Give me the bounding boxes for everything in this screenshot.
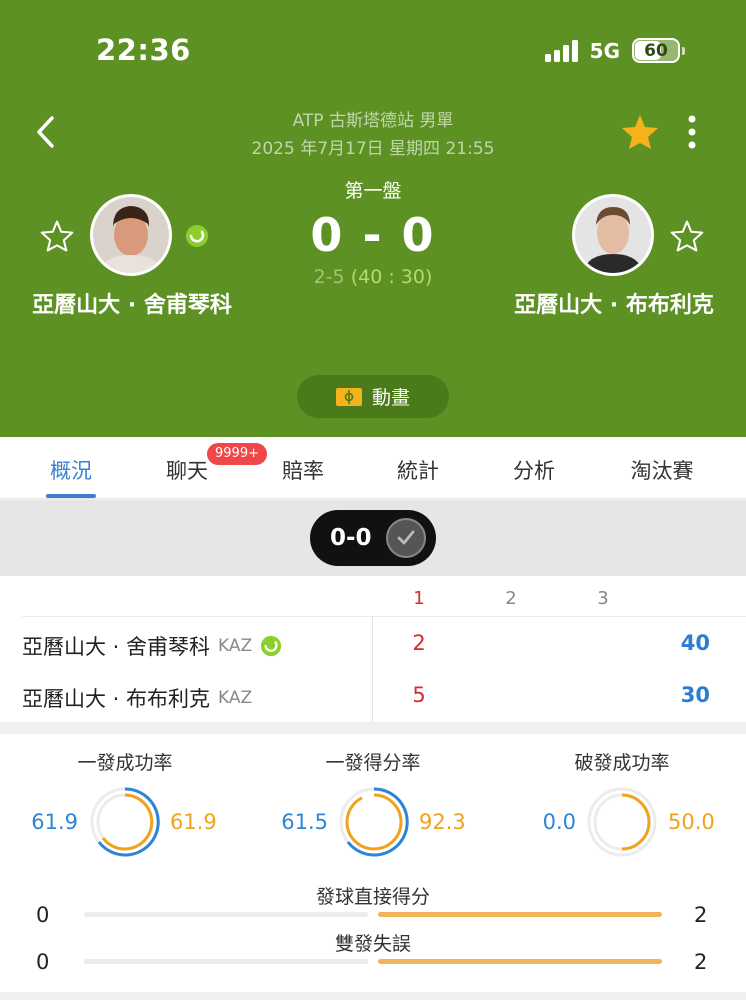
active-tab-indicator bbox=[46, 494, 96, 498]
row-player-name: 亞曆山大 · 舍甫琴科 bbox=[22, 635, 211, 659]
event-name: ATP 古斯塔德站 男單 bbox=[292, 111, 454, 131]
player-right-avatar[interactable] bbox=[572, 194, 654, 276]
row-player-country: KAZ bbox=[218, 636, 253, 656]
player-right-photo bbox=[575, 197, 651, 273]
bar-stat-right-value: 2 bbox=[694, 903, 708, 927]
check-icon bbox=[385, 518, 426, 558]
divider bbox=[372, 616, 373, 722]
row-set1-score: 2 bbox=[412, 631, 426, 655]
stat-ring-chart bbox=[90, 787, 160, 857]
serving-indicator-icon bbox=[185, 224, 209, 248]
bar-stat-title: 發球直接得分 bbox=[315, 886, 430, 908]
stat-left-value: 61.9 bbox=[31, 810, 78, 834]
stat-title: 破發成功率 bbox=[574, 752, 670, 774]
bar-stat-left-track bbox=[84, 959, 368, 964]
set-header-3: 3 bbox=[597, 588, 609, 609]
tab-analysis[interactable]: 分析 bbox=[479, 455, 589, 485]
stat-right-value: 50.0 bbox=[668, 810, 715, 834]
match-header: 22:36 5G 60 ATP 古斯塔德站 男單 2025 年7月17日 星期四… bbox=[0, 0, 746, 437]
set-header-1: 1 bbox=[413, 588, 425, 609]
tab-stats[interactable]: 統計 bbox=[363, 455, 473, 485]
stat-ring-chart bbox=[339, 787, 409, 857]
battery-level: 60 bbox=[644, 40, 668, 61]
bar-stat-title: 雙發失誤 bbox=[334, 933, 411, 955]
row-points: 30 bbox=[680, 683, 710, 707]
set-score-pill[interactable]: 0-0 bbox=[310, 510, 436, 566]
stat-right-value: 61.9 bbox=[170, 810, 217, 834]
stats-panel: 一發成功率 61.9 61.9 一發得分率 61.5 92.3 破發成功率 0.… bbox=[0, 734, 746, 992]
stat-ring-chart bbox=[587, 787, 657, 857]
serving-indicator-icon bbox=[261, 635, 282, 657]
tab-knockout[interactable]: 淘汰賽 bbox=[607, 455, 717, 485]
table-row-player-right: 亞曆山大 · 布布利克 KAZ bbox=[22, 683, 252, 713]
player-left-name[interactable]: 亞曆山大 · 舍甫琴科 bbox=[22, 292, 242, 320]
chat-unread-badge: 9999+ bbox=[207, 443, 267, 465]
court-icon bbox=[335, 387, 362, 406]
set-selector-row: 0-0 bbox=[0, 500, 746, 576]
follow-player-left-button[interactable] bbox=[40, 219, 74, 253]
stat-right-value: 92.3 bbox=[419, 810, 466, 834]
row-player-name: 亞曆山大 · 布布利克 bbox=[22, 687, 211, 711]
bar-stat-right-fill bbox=[378, 959, 662, 964]
stat-left-value: 61.5 bbox=[281, 810, 328, 834]
table-row-player-left: 亞曆山大 · 舍甫琴科 KAZ bbox=[22, 631, 282, 661]
tab-bar: 概況 聊天 賠率 統計 分析 淘汰賽 bbox=[0, 437, 746, 499]
score-table: 1 2 3 亞曆山大 · 舍甫琴科 KAZ 2 40 亞曆山大 · 布布利克 K… bbox=[0, 576, 746, 722]
stat-title: 一發得分率 bbox=[325, 752, 421, 774]
set-header-2: 2 bbox=[505, 588, 517, 609]
bar-stat-left-track bbox=[84, 912, 368, 917]
bar-stat-right-value: 2 bbox=[694, 950, 708, 974]
star-outline-icon bbox=[670, 220, 704, 252]
game-score-prefix: 2-5 bbox=[313, 266, 345, 288]
divider bbox=[22, 616, 746, 617]
signal-icon bbox=[544, 39, 578, 62]
bar-stat-left-value: 0 bbox=[36, 950, 50, 974]
tab-overview[interactable]: 概況 bbox=[16, 455, 126, 485]
set-score-pill-label: 0-0 bbox=[330, 525, 372, 551]
star-outline-icon bbox=[40, 220, 74, 252]
match-datetime: 2025 年7月17日 星期四 21:55 bbox=[251, 139, 495, 159]
animation-button[interactable]: 動畫 bbox=[297, 375, 449, 418]
battery-icon: 60 bbox=[632, 38, 685, 63]
player-right-name[interactable]: 亞曆山大 · 布布利克 bbox=[504, 292, 724, 320]
follow-player-right-button[interactable] bbox=[670, 219, 704, 253]
stat-left-value: 0.0 bbox=[542, 810, 576, 834]
stat-title: 一發成功率 bbox=[77, 752, 173, 774]
bar-stat-right-fill bbox=[378, 912, 662, 917]
animation-label: 動畫 bbox=[371, 387, 410, 409]
network-type: 5G bbox=[589, 38, 620, 63]
status-icons: 5G 60 bbox=[544, 38, 685, 63]
player-left-photo bbox=[93, 197, 169, 273]
row-set1-score: 5 bbox=[412, 683, 426, 707]
game-score-points: (40 : 30) bbox=[350, 266, 433, 288]
row-player-country: KAZ bbox=[218, 688, 253, 708]
status-time: 22:36 bbox=[96, 33, 191, 67]
player-left-avatar[interactable] bbox=[90, 194, 172, 276]
bar-stat-left-value: 0 bbox=[36, 903, 50, 927]
row-points: 40 bbox=[680, 631, 710, 655]
